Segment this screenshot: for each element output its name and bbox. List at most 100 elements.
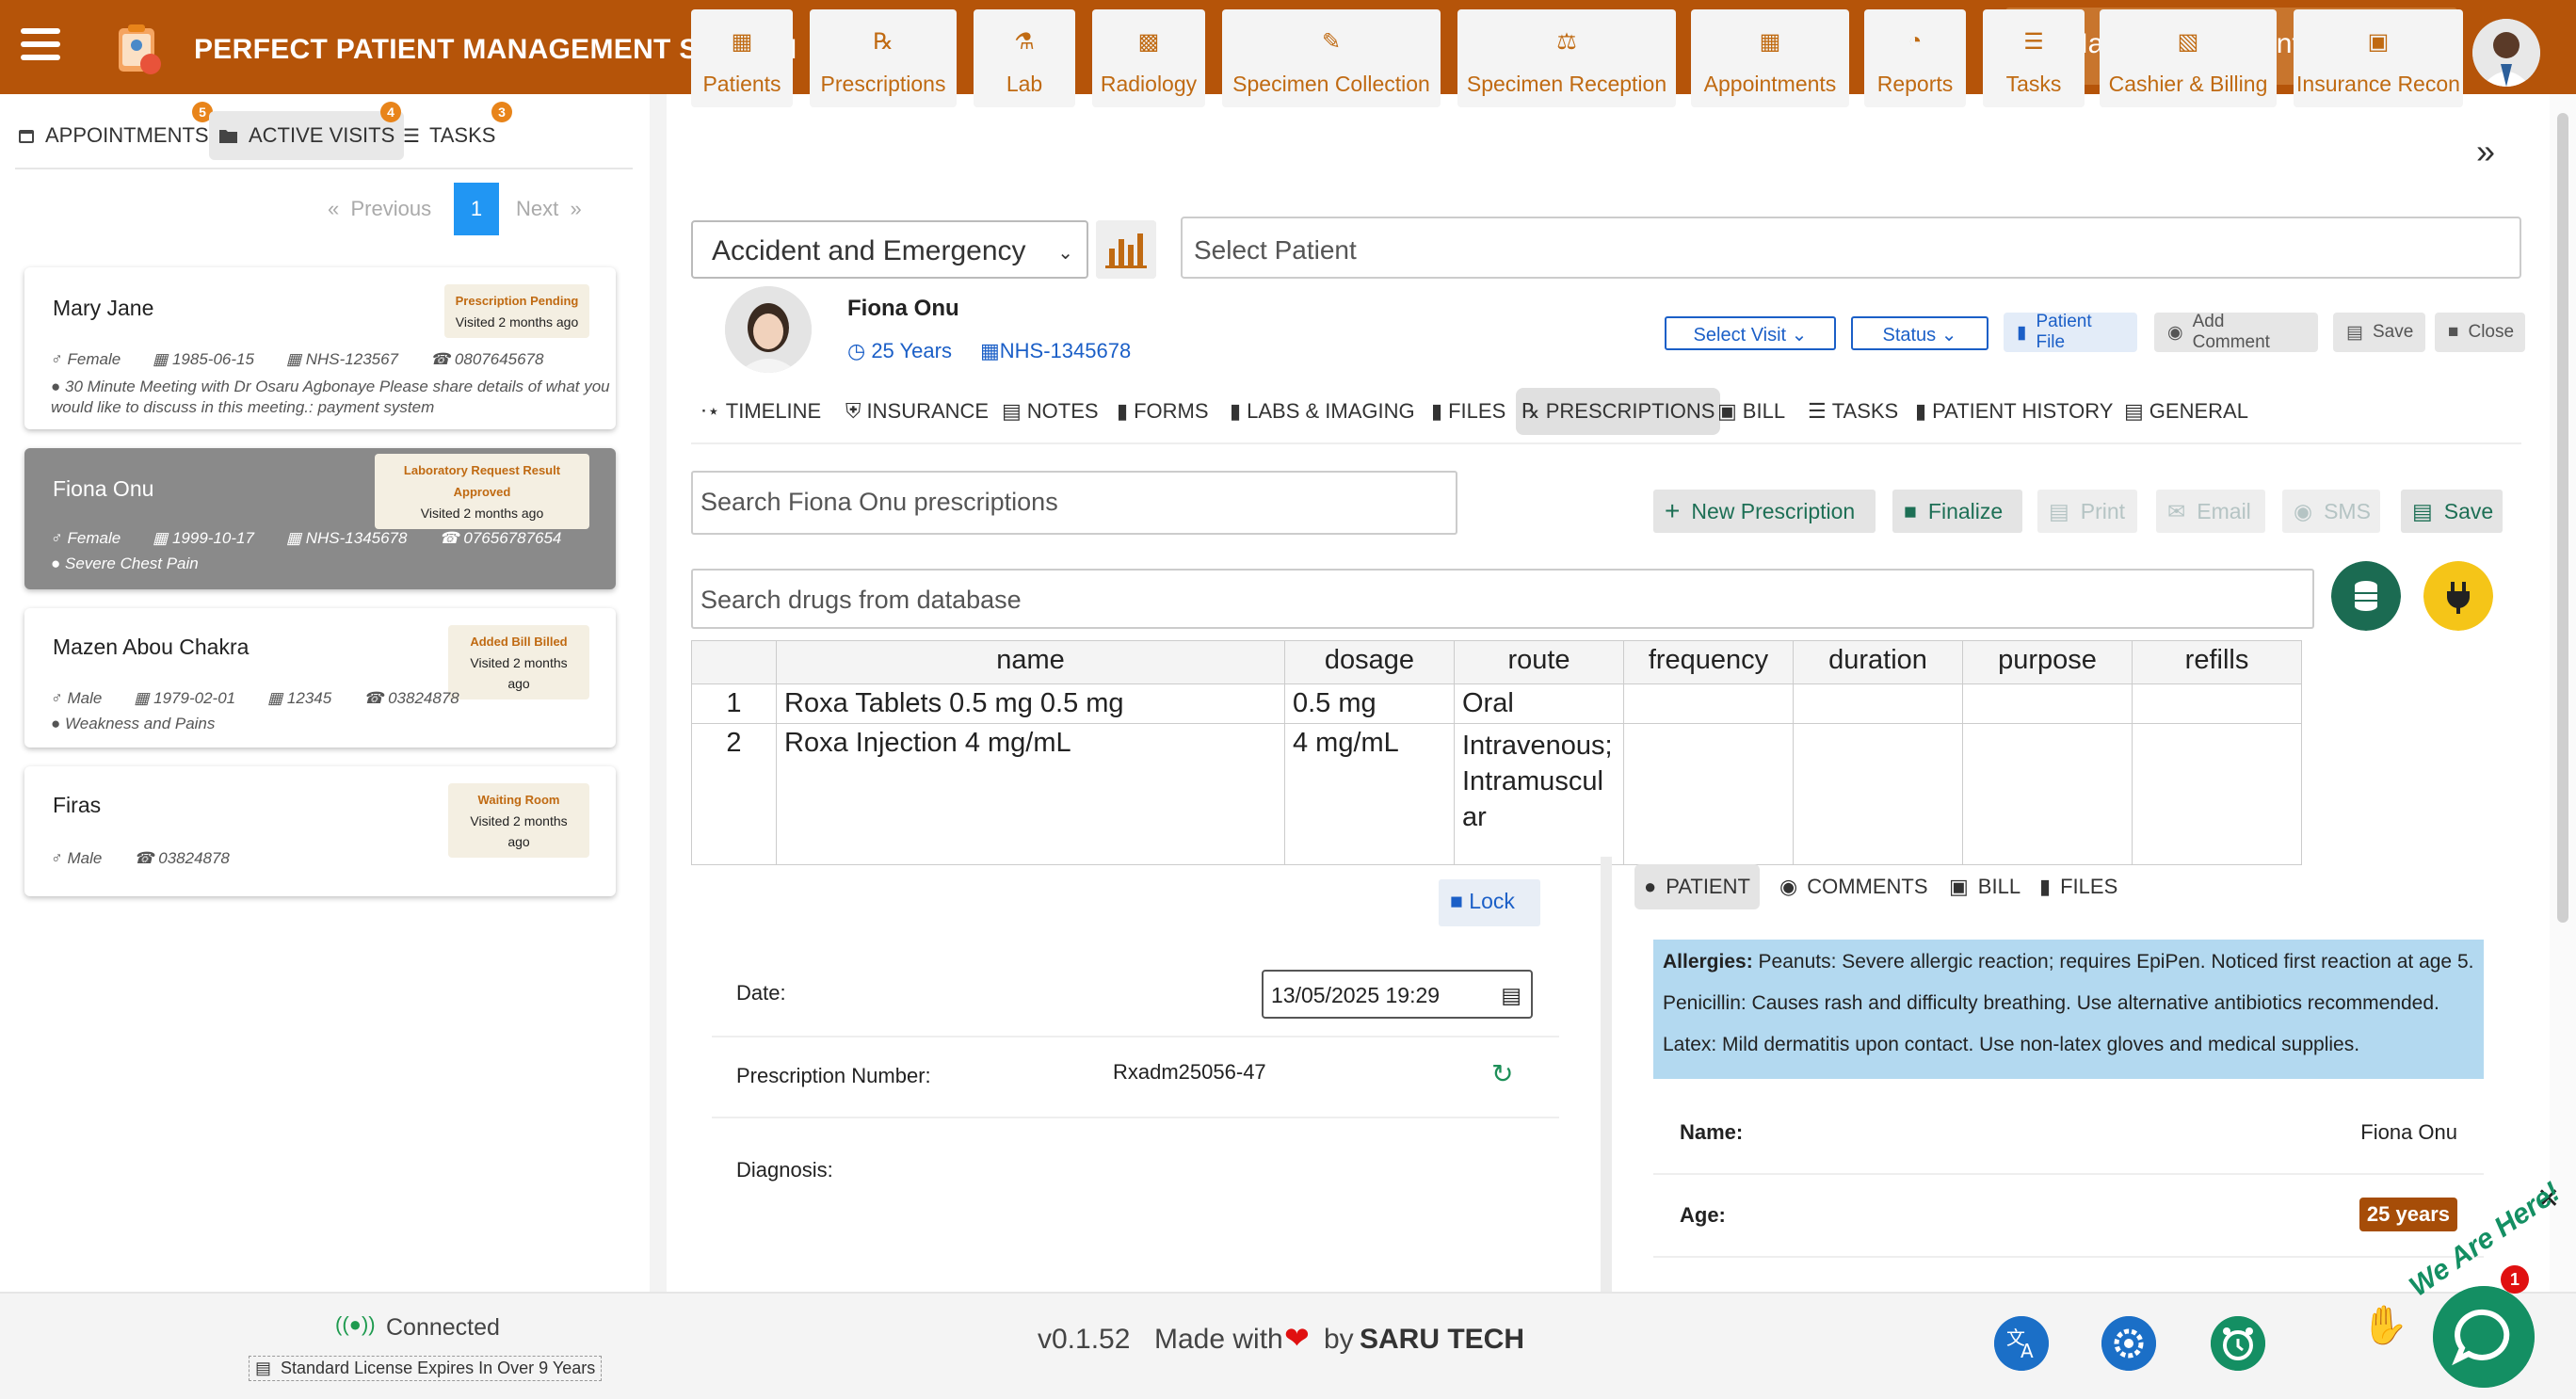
tab-bill[interactable]: ▣ BILL [1940, 864, 2030, 909]
module-lab[interactable]: ⚗ Lab [974, 9, 1075, 107]
status-text: Added Bill Billed [470, 635, 568, 649]
tab-labs-imaging[interactable]: ▮ LABS & IMAGING [1230, 388, 1415, 435]
drug-search-input[interactable]: Search drugs from database [691, 569, 2314, 629]
module-specimen-reception[interactable]: ⚖ Specimen Reception [1457, 9, 1676, 107]
module-prescriptions[interactable]: ℞ Prescriptions [810, 9, 957, 107]
patients-icon: ▦ [731, 29, 753, 55]
department-select[interactable]: Accident and Emergency ⌄ [691, 220, 1088, 279]
drug-dosage[interactable]: 0.5 mg [1284, 683, 1455, 724]
allergies-text: Peanuts: Severe allergic reaction; requi… [1663, 951, 2474, 1055]
lock-button[interactable]: ■ Lock [1439, 879, 1540, 926]
drug-route[interactable]: Intravenous; Intramuscul ar [1454, 723, 1624, 865]
tasks-icon: ☰ [1808, 399, 1827, 423]
new-prescription-button[interactable]: + New Prescription [1653, 490, 1876, 533]
drug-name[interactable]: Roxa Injection 4 mg/mL [776, 723, 1285, 865]
prescription-search-input[interactable]: Search Fiona Onu prescriptions [691, 471, 1457, 535]
footer: ((●)) Connected ▤ Standard License Expir… [0, 1292, 2576, 1399]
tab-comments[interactable]: ◉ COMMENTS [1770, 864, 1938, 909]
tab-appointments[interactable]: APPOINTMENTS [8, 111, 218, 160]
tab-patient-history[interactable]: ▮ PATIENT HISTORY [1915, 388, 2113, 435]
tab-active-visits[interactable]: ACTIVE VISITS [209, 111, 405, 160]
module-insurance-recon[interactable]: ▣ Insurance Recon [2294, 9, 2463, 107]
more-modules-icon[interactable]: » [2476, 132, 2495, 171]
visited-text: Visited 2 months ago [470, 813, 568, 849]
sms-button[interactable]: ◉ SMS [2282, 490, 2380, 533]
tab-insurance[interactable]: ⛨ INSURANCE [845, 388, 989, 435]
patient-select[interactable]: Select Patient [1181, 217, 2521, 279]
drug-refills[interactable] [2132, 723, 2302, 865]
print-button[interactable]: ▤ Print [2037, 490, 2137, 533]
drug-purpose[interactable] [1962, 723, 2133, 865]
date-input[interactable]: 13/05/2025 19:29 ▤ [1262, 970, 1533, 1019]
patient-card[interactable]: Mazen Abou Chakra Added Bill Billed Visi… [24, 608, 616, 748]
finalize-button[interactable]: ■ Finalize [1892, 490, 2022, 533]
tab-notes[interactable]: ▤ NOTES [1002, 388, 1099, 435]
status-dropdown[interactable]: Status ⌄ [1851, 316, 1988, 350]
pagination-previous[interactable]: « Previous [328, 183, 431, 235]
module-patients[interactable]: ▦ Patients [691, 9, 793, 107]
alarm-clock-icon[interactable] [2211, 1316, 2265, 1371]
module-cashier-billing[interactable]: ▧ Cashier & Billing [2100, 9, 2277, 107]
plug-icon[interactable] [2423, 561, 2493, 631]
email-button[interactable]: ✉ Email [2156, 490, 2265, 533]
patient-card[interactable]: Firas Waiting Room Visited 2 months ago … [24, 766, 616, 896]
tab-files[interactable]: ▮ FILES [2030, 864, 2127, 909]
patient-name: Fiona Onu [847, 296, 959, 321]
sms-icon: ◉ [2294, 498, 2313, 523]
tab-patient-info[interactable]: ● PATIENT [1634, 864, 1760, 909]
drug-route[interactable]: Oral [1454, 683, 1624, 724]
patient-card[interactable]: Mary Jane Prescription Pending Visited 2… [24, 267, 616, 429]
module-tasks[interactable]: ☰ Tasks [1983, 9, 2085, 107]
module-specimen-collection[interactable]: ✎ Specimen Collection [1222, 9, 1441, 107]
patient-card-selected[interactable]: Fiona Onu Laboratory Request Result Appr… [24, 448, 616, 589]
refresh-icon[interactable]: ↻ [1491, 1058, 1513, 1089]
drug-duration[interactable] [1793, 683, 1963, 724]
module-appointments[interactable]: ▦ Appointments [1691, 9, 1849, 107]
heart-icon: ❤ [1284, 1321, 1310, 1355]
gender: ♂ Male [51, 689, 103, 707]
phone: ☎ 0807645678 [430, 350, 544, 368]
tab-tasks[interactable]: ☰ TASKS [1808, 388, 1898, 435]
diagnosis-label: Diagnosis: [736, 1158, 833, 1182]
split-resize-handle[interactable] [1601, 857, 1612, 1292]
pagination-next[interactable]: Next » [516, 183, 582, 235]
tab-forms[interactable]: ▮ FORMS [1117, 388, 1209, 435]
panel-resize-handle[interactable] [650, 94, 667, 1292]
table-row[interactable]: 2 Roxa Injection 4 mg/mL 4 mg/mL Intrave… [691, 723, 2302, 865]
close-button[interactable]: ■ Close [2435, 313, 2525, 352]
tab-tasks[interactable]: ☰ TASKS [394, 111, 505, 160]
scrollbar-thumb[interactable] [2557, 113, 2568, 923]
pagination-page[interactable]: 1 [454, 183, 499, 235]
add-comment-button[interactable]: ◉ Add Comment [2154, 312, 2318, 352]
table-row[interactable]: 1 Roxa Tablets 0.5 mg 0.5 mg 0.5 mg Oral [691, 683, 2302, 724]
menu-icon[interactable] [21, 28, 60, 60]
database-icon[interactable] [2331, 561, 2401, 631]
module-radiology[interactable]: ▩ Radiology [1092, 9, 1205, 107]
module-label: Cashier & Billing [2108, 72, 2268, 96]
drug-name[interactable]: Roxa Tablets 0.5 mg 0.5 mg [776, 683, 1285, 724]
settings-gear-icon[interactable] [2101, 1316, 2156, 1371]
tab-prescriptions[interactable]: ℞ PRESCRIPTIONS [1516, 388, 1721, 435]
patient-file-button[interactable]: ▮ Patient File [2004, 312, 2137, 352]
bar-chart-icon[interactable] [1096, 220, 1156, 279]
user-icon: ● [1644, 875, 1657, 898]
tab-general[interactable]: ▤ GENERAL [2124, 388, 2248, 435]
drug-duration[interactable] [1793, 723, 1963, 865]
drug-dosage[interactable]: 4 mg/mL [1284, 723, 1455, 865]
name-value: Fiona Onu [2360, 1120, 2457, 1144]
save-prescription-button[interactable]: ▤ Save [2401, 490, 2503, 533]
info-row-age: Age: 25 years [1653, 1175, 2484, 1258]
drug-refills[interactable] [2132, 683, 2302, 724]
drug-frequency[interactable] [1623, 723, 1794, 865]
translate-icon[interactable]: 文 A [1994, 1316, 2049, 1371]
user-avatar[interactable] [2472, 19, 2540, 87]
drug-frequency[interactable] [1623, 683, 1794, 724]
save-button[interactable]: ▤ Save [2333, 313, 2425, 352]
select-visit-dropdown[interactable]: Select Visit ⌄ [1665, 316, 1836, 350]
chat-icon[interactable] [2433, 1286, 2535, 1388]
tab-bill[interactable]: ▣ BILL [1717, 388, 1785, 435]
tab-files[interactable]: ▮ FILES [1431, 388, 1505, 435]
tab-timeline[interactable]: ⋅⋆ TIMELINE [700, 388, 821, 435]
drug-purpose[interactable] [1962, 683, 2133, 724]
module-reports[interactable]: ◔ Reports [1864, 9, 1966, 107]
